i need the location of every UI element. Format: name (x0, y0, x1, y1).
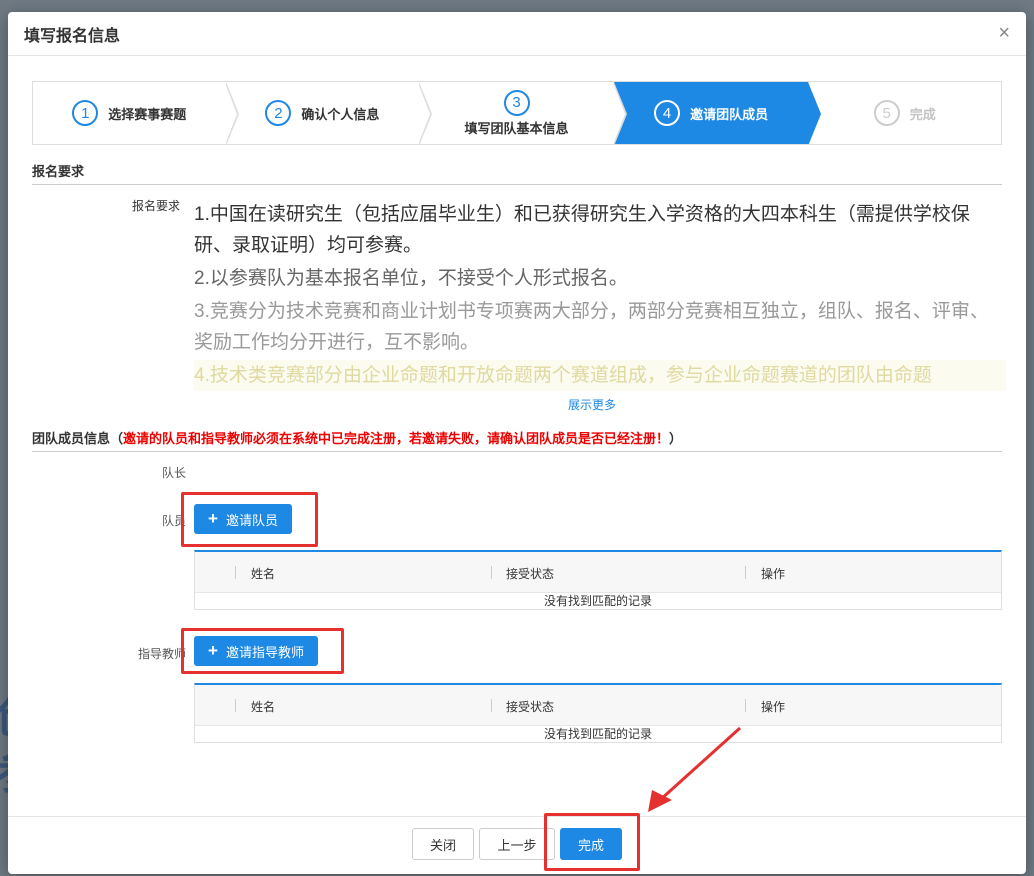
close-button[interactable]: 关闭 (412, 828, 474, 860)
step-number: 4 (654, 100, 681, 126)
team-section-title: 团队成员信息（邀请的队员和指导教师必须在系统中已完成注册，若邀请失败，请确认团队… (32, 428, 1002, 452)
table-header: 姓名 接受状态 操作 (195, 552, 1001, 593)
table-header: 姓名 接受状态 操作 (195, 685, 1001, 726)
step-number: 3 (503, 89, 530, 116)
registration-dialog: 填写报名信息 × 1 选择赛事赛题 2 确认个人信息 3 填写团队基本信息 4 … (8, 12, 1026, 874)
step-number: 5 (873, 100, 900, 126)
col-actions: 操作 (761, 700, 786, 714)
requirement-line: 3.竞赛分为技术竞赛和商业计划书专项赛两大部分，两部分竞赛相互独立，组队、报名、… (194, 301, 989, 353)
team-warning: 邀请的队员和指导教师必须在系统中已完成注册，若邀请失败，请确认团队成员是否已经注… (123, 431, 670, 446)
members-table: 姓名 接受状态 操作 没有找到匹配的记录 (194, 550, 1002, 610)
col-actions: 操作 (761, 567, 786, 581)
requirement-line: 4.技术类竞赛部分由企业命题和开放命题两个赛道组成，参与企业命题赛道的团队由命题 (194, 360, 1006, 391)
advisor-label: 指导教师 (138, 647, 187, 661)
dialog-title: 填写报名信息 (24, 27, 121, 45)
col-status: 接受状态 (506, 567, 555, 581)
close-icon[interactable]: × (998, 22, 1010, 45)
step-label: 填写团队基本信息 (464, 120, 569, 136)
col-name: 姓名 (251, 567, 276, 581)
step-number: 2 (265, 100, 292, 126)
requirement-line: 1.中国在读研究生（包括应届毕业生）和已获得研究生入学资格的大四本科生（需提供学… (194, 204, 970, 256)
plus-icon: + (208, 641, 218, 660)
step-1: 1 选择赛事赛题 (33, 82, 239, 144)
empty-row: 没有找到匹配的记录 (543, 594, 652, 608)
step-label: 确认个人信息 (301, 106, 380, 122)
step-label: 完成 (909, 106, 936, 122)
step-5: 5 完成 (808, 82, 1001, 144)
dialog-header: 填写报名信息 (8, 12, 1026, 56)
advisors-table: 姓名 接受状态 操作 没有找到匹配的记录 (194, 683, 1002, 743)
team-title-close: ） (669, 431, 683, 446)
requirements-label: 报名要求 (132, 199, 181, 213)
col-status: 接受状态 (506, 700, 555, 714)
invite-member-button[interactable]: + 邀请队员 (194, 504, 292, 534)
col-name: 姓名 (251, 700, 276, 714)
step-4-active: 4 邀请团队成员 (613, 82, 822, 144)
step-2: 2 确认个人信息 (226, 82, 433, 144)
invite-member-label: 邀请队员 (225, 512, 278, 528)
finish-button[interactable]: 完成 (560, 828, 622, 860)
step-progress: 1 选择赛事赛题 2 确认个人信息 3 填写团队基本信息 4 邀请团队成员 5 … (32, 81, 1002, 145)
step-number: 1 (72, 100, 99, 126)
show-more-link[interactable]: 展示更多 (568, 396, 616, 413)
invite-advisor-label: 邀请指导教师 (225, 644, 304, 660)
requirements-section-title: 报名要求 (32, 161, 1002, 185)
step-label: 邀请团队成员 (690, 106, 769, 122)
step-label: 选择赛事赛题 (108, 106, 187, 122)
leader-label: 队长 (162, 466, 187, 480)
invite-advisor-button[interactable]: + 邀请指导教师 (194, 636, 318, 666)
plus-icon: + (208, 509, 218, 528)
requirements-text: 1.中国在读研究生（包括应届毕业生）和已获得研究生入学资格的大四本科生（需提供学… (194, 199, 1006, 393)
requirement-line: 2.以参赛队为基本报名单位，不接受个人形式报名。 (194, 268, 628, 289)
step-3: 3 填写团队基本信息 (419, 82, 627, 144)
empty-row: 没有找到匹配的记录 (543, 727, 652, 741)
team-title-text: 团队成员信息（ (32, 431, 124, 446)
